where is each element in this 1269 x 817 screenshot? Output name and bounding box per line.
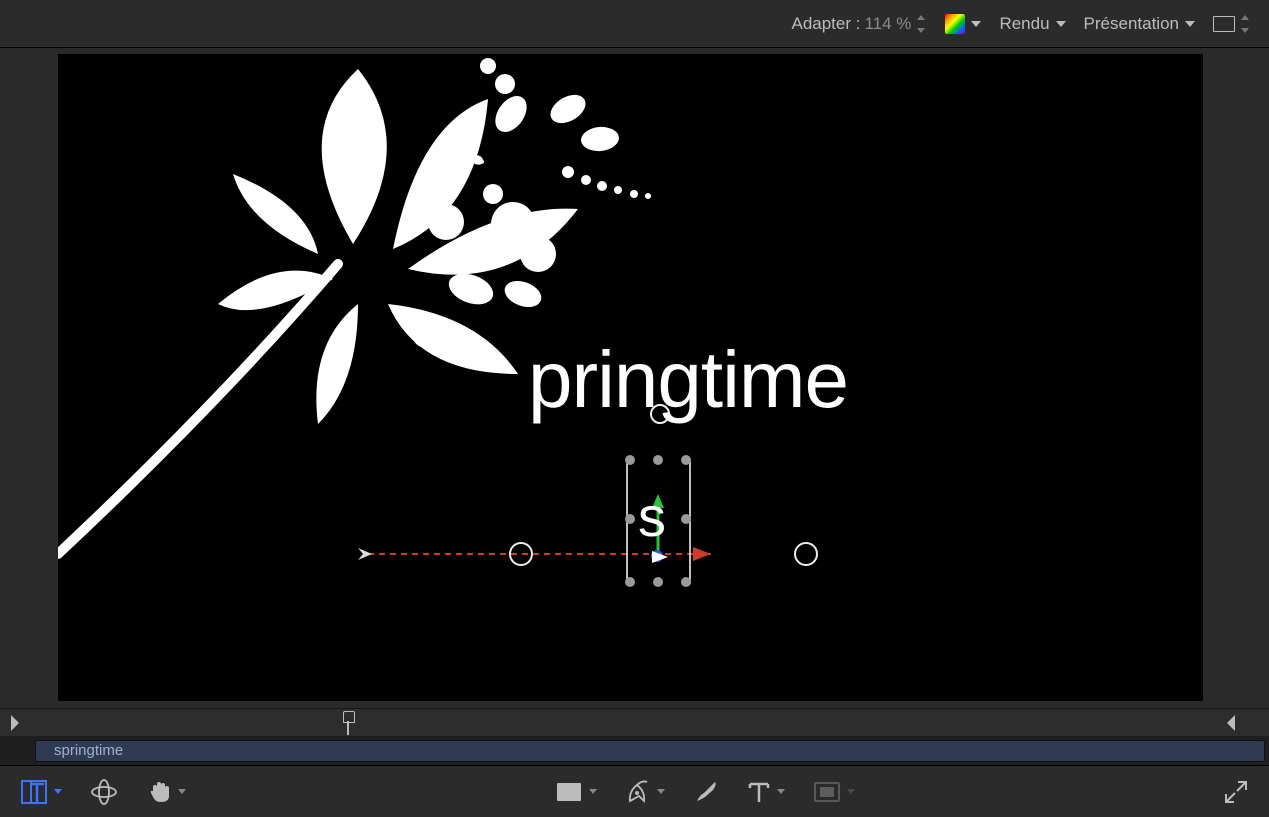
viewer-toolbar: Adapter : 114 % Rendu Présentation (0, 0, 1269, 48)
rectangle-icon (555, 781, 583, 803)
clip-label: springtime (54, 742, 123, 759)
zoom-fit-dropdown[interactable]: Adapter : 114 % (791, 14, 927, 34)
out-point-marker[interactable] (1227, 715, 1235, 731)
brush-icon (693, 779, 719, 805)
chevron-down-icon (971, 21, 981, 27)
timeline-clip[interactable]: springtime (35, 740, 1265, 762)
playhead[interactable] (343, 709, 353, 737)
presentation-dropdown[interactable]: Présentation (1084, 14, 1195, 34)
transform-glyph-tool[interactable] (20, 776, 62, 808)
chevron-down-icon (589, 789, 597, 794)
3d-transform-icon (90, 779, 118, 805)
stepper-icon (1241, 15, 1251, 33)
color-swatch-icon (945, 14, 965, 34)
chevron-down-icon (178, 789, 186, 794)
render-label: Rendu (999, 14, 1049, 34)
text-tool[interactable] (747, 776, 785, 808)
chevron-down-icon (847, 789, 855, 794)
canvas-area: pringtime s (0, 48, 1269, 708)
chevron-down-icon (657, 789, 665, 794)
channel-box-icon (1213, 16, 1235, 32)
clip-row: springtime (0, 736, 1269, 765)
render-dropdown[interactable]: Rendu (999, 14, 1065, 34)
text-icon (747, 779, 771, 805)
tools-toolbar (0, 765, 1269, 817)
chevron-down-icon (54, 789, 62, 794)
3d-transform-tool[interactable] (90, 776, 118, 808)
paint-tool[interactable] (693, 776, 719, 808)
zoom-label: Adapter : (791, 14, 860, 34)
presentation-label: Présentation (1084, 14, 1179, 34)
pan-tool[interactable] (146, 776, 186, 808)
chevron-down-icon (1185, 21, 1195, 27)
zoom-value: 114 % (864, 14, 911, 34)
mask-icon (813, 781, 841, 803)
in-point-marker[interactable] (11, 715, 19, 731)
canvas-text-main[interactable]: pringtime (528, 334, 848, 426)
expand-icon (1223, 779, 1249, 805)
shape-tool[interactable] (555, 776, 597, 808)
transform-glyph-icon (20, 779, 48, 805)
fullscreen-button[interactable] (1223, 776, 1249, 808)
chevron-down-icon (777, 789, 785, 794)
mini-timeline[interactable] (0, 708, 1269, 736)
color-channel-dropdown[interactable] (945, 14, 981, 34)
canvas[interactable]: pringtime s (58, 54, 1203, 701)
canvas-glyph-selected[interactable]: s (638, 484, 665, 549)
channel-view-dropdown[interactable] (1213, 15, 1251, 33)
hand-icon (146, 779, 172, 805)
mask-tool (813, 776, 855, 808)
pen-tool[interactable] (625, 776, 665, 808)
chevron-down-icon (1056, 21, 1066, 27)
pen-icon (625, 779, 651, 805)
stepper-icon (917, 15, 927, 33)
